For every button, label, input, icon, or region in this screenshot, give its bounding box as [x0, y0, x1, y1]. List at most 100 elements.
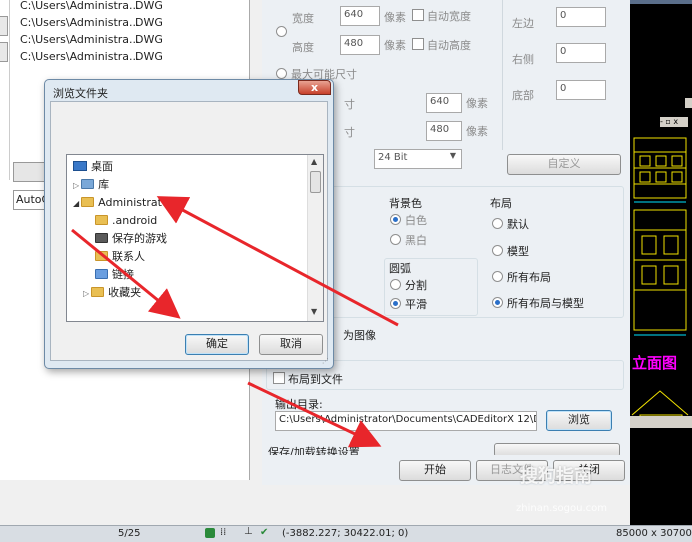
margin-right-input[interactable]: 0 [556, 43, 606, 63]
output-dir-label: 输出目录: [275, 398, 323, 411]
dialog-cancel-button[interactable]: 取消 [259, 334, 323, 355]
file-path: C:\Users\Administra... [20, 33, 140, 46]
start-button[interactable]: 开始 [399, 460, 471, 481]
scroll-down-icon[interactable]: ▼ [311, 307, 317, 316]
snap-icon[interactable] [205, 528, 215, 538]
margin-bottom-input[interactable]: 0 [556, 80, 606, 100]
file-row[interactable]: C:\Users\Administra... DWG [20, 0, 163, 12]
tree-item-label: Administrator [98, 196, 174, 209]
max-height-unit: 像素 [466, 125, 488, 138]
cad-title-strip [630, 0, 692, 4]
file-type: DWG [135, 50, 163, 63]
width-radio[interactable] [276, 26, 291, 39]
list-scroll-button[interactable] [13, 162, 45, 182]
cad-horizontal-scrollbar[interactable] [630, 416, 692, 428]
max-width-input[interactable]: 640 [426, 93, 462, 113]
file-path: C:\Users\Administra... [20, 0, 140, 12]
layout-model-radio[interactable]: 模型 [492, 243, 529, 259]
scroll-up-icon[interactable]: ▲ [311, 157, 317, 166]
tree-item-links[interactable]: 链接 [95, 266, 134, 284]
tree-item-android[interactable]: .android [95, 212, 157, 230]
file-path: C:\Users\Administra... [20, 50, 140, 63]
margin-divider [502, 0, 503, 150]
cad-lines-drawing [633, 137, 687, 336]
library-icon [81, 179, 95, 189]
auto-width-checkbox[interactable]: 自动宽度 [412, 8, 471, 24]
tree-item-favorites[interactable]: ▷ 收藏夹 [83, 284, 141, 302]
arc-smooth-label: 平滑 [405, 298, 427, 311]
tree-item-administrator[interactable]: ◢ Administrator [73, 194, 173, 212]
cad-drawing-view[interactable]: - ▫ x 立面图 [630, 0, 692, 525]
dialog-close-button[interactable]: x [298, 80, 331, 95]
arc-split-radio[interactable]: 分割 [390, 277, 427, 293]
dimensions-readout: 85000 x 30700 x [616, 528, 692, 539]
tree-item-desktop[interactable]: 桌面 [73, 158, 113, 176]
layout-to-file-checkbox[interactable]: 布局到文件 [273, 371, 343, 387]
saved-games-icon [95, 233, 108, 243]
tree-item-contacts[interactable]: 联系人 [95, 248, 145, 266]
desktop-icon [73, 161, 87, 171]
max-height-label: 寸 [344, 126, 355, 139]
margin-left-input[interactable]: 0 [556, 7, 606, 27]
tree-item-library[interactable]: ▷ 库 [73, 176, 109, 194]
background-white-label: 白色 [405, 214, 427, 227]
height-unit: 像素 [384, 39, 406, 52]
max-height-input[interactable]: 480 [426, 121, 462, 141]
watermark: 搜狗指南 [520, 462, 592, 488]
max-width-unit: 像素 [466, 97, 488, 110]
cad-scroll-stub[interactable] [685, 98, 692, 108]
coords-readout: (-3882.227; 30422.01; 0) [282, 528, 409, 539]
polar-icon[interactable]: ✔ [260, 527, 268, 538]
file-type: DWG [135, 16, 163, 29]
close-icon: x [310, 81, 319, 94]
arc-title: 圆弧 [389, 262, 411, 275]
folder-icon [95, 215, 108, 225]
watermark-text: 搜狗指南 [520, 466, 592, 487]
contacts-icon [95, 251, 108, 261]
file-row[interactable]: C:\Users\Administra... DWG [20, 50, 163, 63]
layout-all-model-radio[interactable]: 所有布局与模型 [492, 295, 584, 311]
file-row[interactable]: C:\Users\Administra... DWG [20, 33, 163, 46]
list-grid-line [9, 0, 10, 180]
resize-grip-icon[interactable]: ⋰ [322, 357, 329, 365]
background-bw-label: 黑白 [405, 234, 427, 247]
layout-default-radio[interactable]: 默认 [492, 216, 529, 232]
expand-arrow-icon: ▷ [73, 181, 80, 190]
left-side-stub-button[interactable] [0, 42, 8, 62]
browse-folder-dialog: 浏览文件夹 x 桌面 ▷ 库 ◢ Administrator .android 保存… [44, 79, 334, 369]
margin-right-label: 右侧 [512, 53, 534, 66]
file-type: DWG [135, 0, 163, 12]
layout-title: 布局 [490, 197, 512, 210]
arc-smooth-radio[interactable]: 平滑 [390, 296, 427, 312]
background-white-radio[interactable]: 白色 [390, 212, 427, 228]
height-label: 高度 [292, 41, 314, 54]
left-side-stub-button[interactable] [0, 16, 8, 36]
ortho-icon[interactable]: ⊥ [244, 526, 253, 537]
file-type: DWG [135, 33, 163, 46]
user-folder-icon [81, 197, 95, 207]
browse-button[interactable]: 浏览 [546, 410, 612, 431]
dialog-ok-button[interactable]: 确定 [185, 334, 249, 355]
dialog-title: 浏览文件夹 [53, 87, 108, 100]
bit-depth-select[interactable]: 24 Bit ▼ [374, 149, 462, 169]
cad-elevation-label: 立面图 [632, 354, 678, 372]
custom-button[interactable]: 自定义 [507, 154, 621, 175]
expand-arrow-icon: ▷ [83, 289, 90, 298]
background-bw-radio[interactable]: 黑白 [390, 232, 427, 248]
file-path: C:\Users\Administra... [20, 16, 140, 29]
output-dir-input[interactable]: C:\Users\Administrator\Documents\CADEdit… [275, 411, 537, 431]
scroll-thumb[interactable] [310, 171, 321, 193]
height-input[interactable]: 480 [340, 35, 380, 55]
file-row[interactable]: C:\Users\Administra... DWG [20, 16, 163, 29]
width-unit: 像素 [384, 11, 406, 24]
tree-scrollbar[interactable]: ▲ ▼ [307, 155, 323, 321]
grid-icon[interactable]: ⁞⁞ [220, 527, 226, 538]
width-input[interactable]: 640 [340, 6, 380, 26]
layout-all-radio[interactable]: 所有布局 [492, 269, 551, 285]
cad-window-controls[interactable]: - ▫ x [660, 117, 688, 127]
auto-height-checkbox[interactable]: 自动高度 [412, 37, 471, 53]
auto-height-label: 自动高度 [427, 39, 471, 52]
folder-tree[interactable]: 桌面 ▷ 库 ◢ Administrator .android 保存的游戏 联系人 … [66, 154, 324, 322]
favorites-icon [91, 287, 105, 297]
tree-item-saved-games[interactable]: 保存的游戏 [95, 230, 167, 248]
